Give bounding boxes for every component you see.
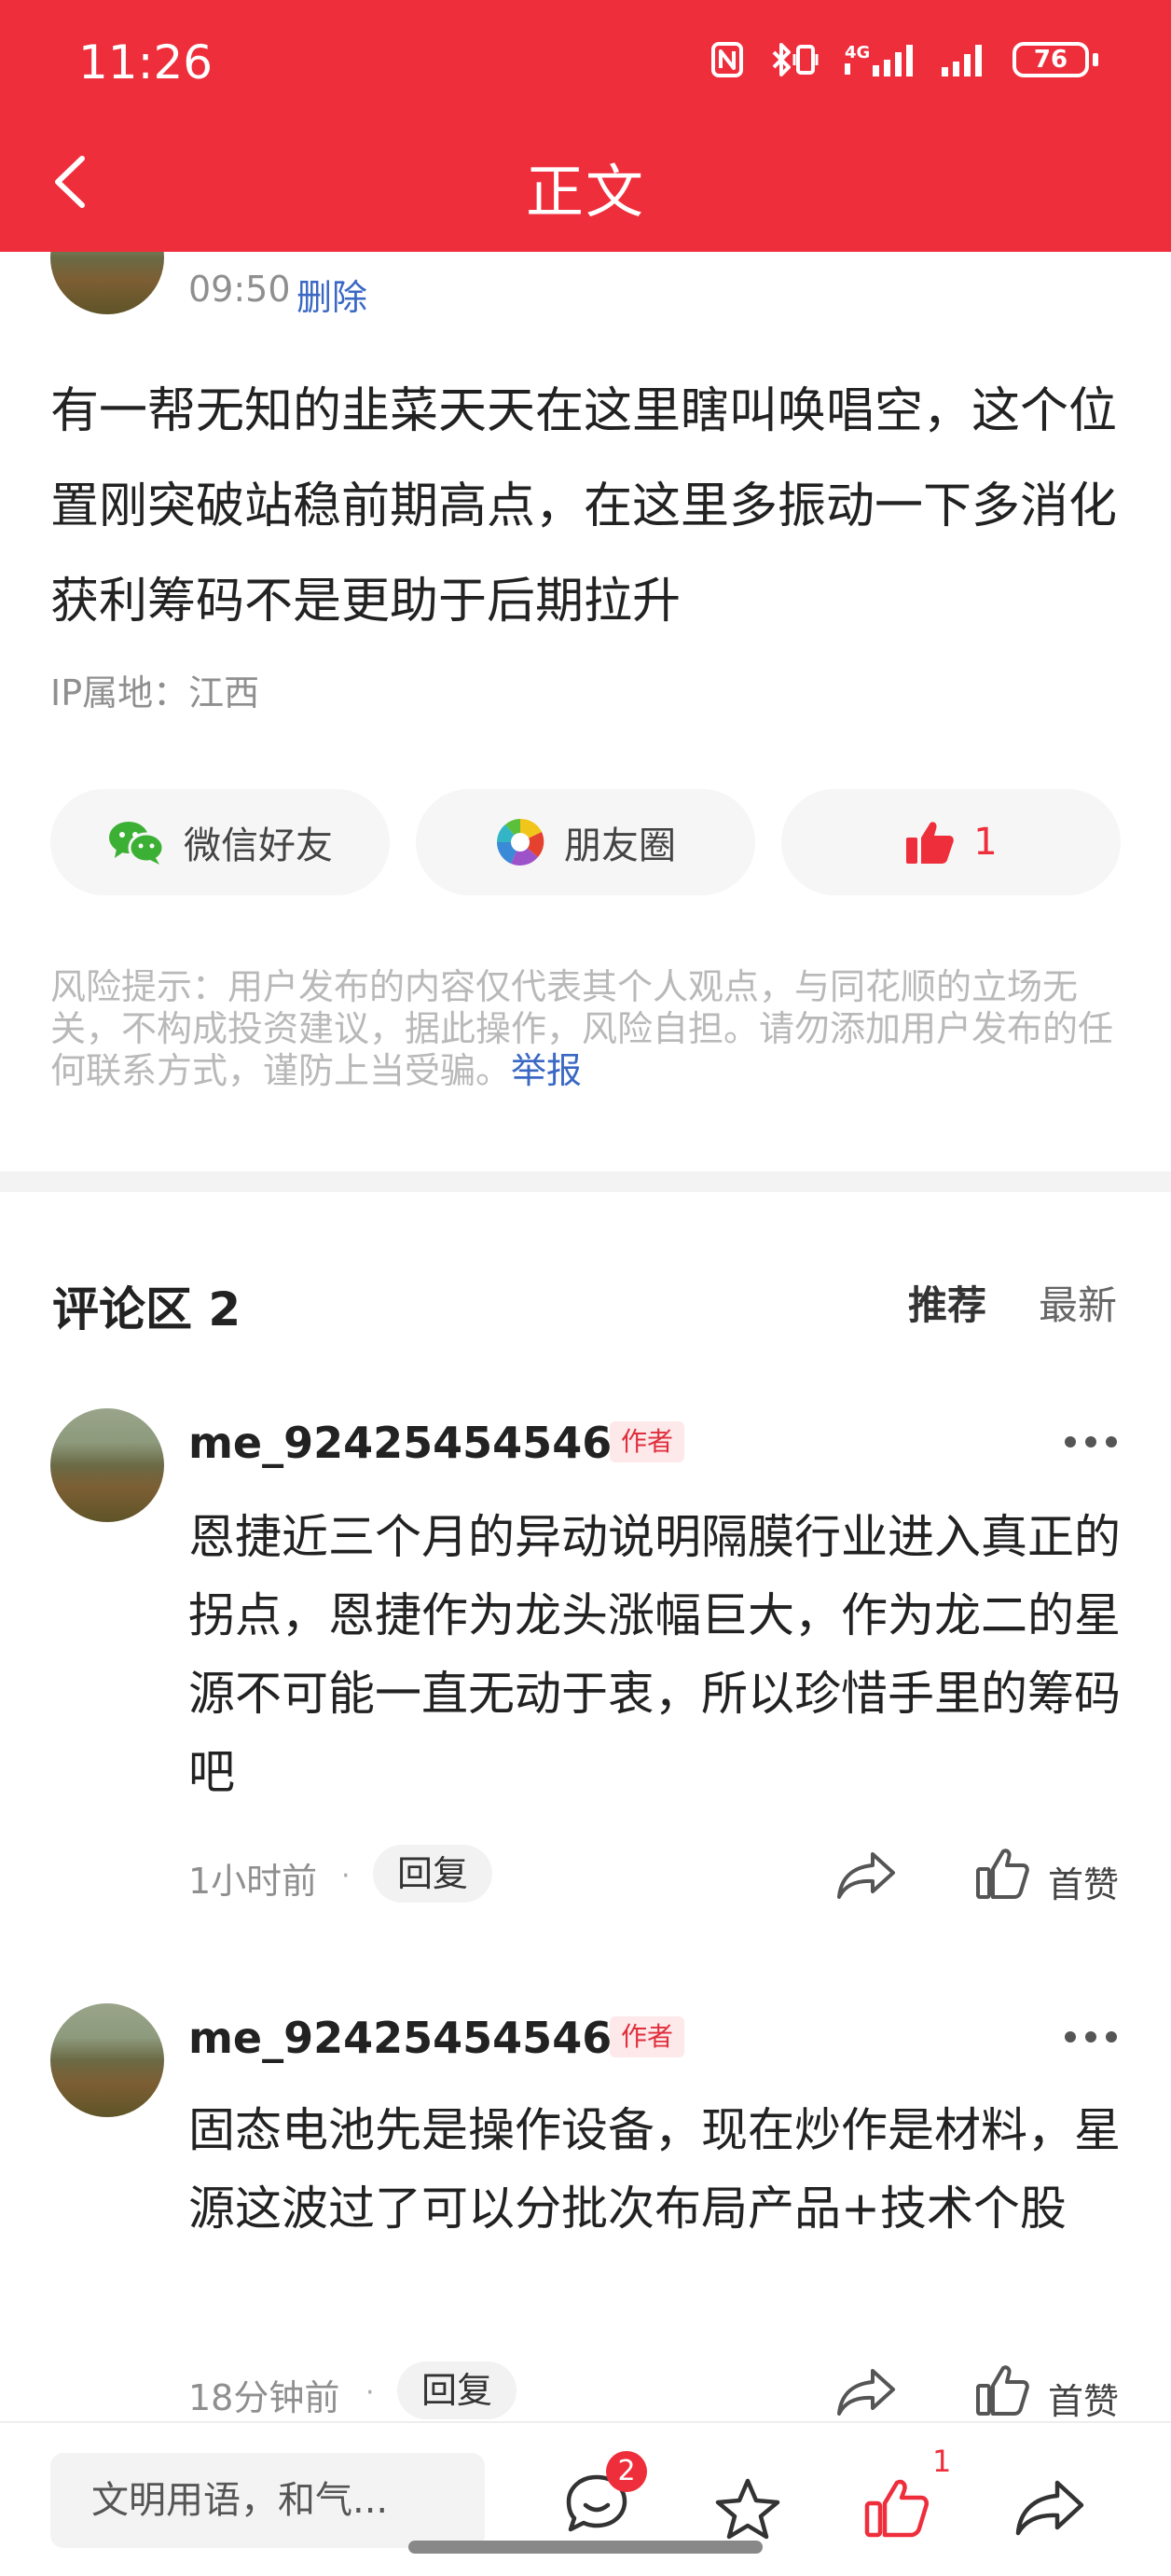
post-body: 有一帮无知的韭菜天天在这里瞎叫唤唱空，这个位置刚突破站稳前期高点，在这里多振动一… [50, 383, 1118, 630]
share-arrow-icon[interactable] [835, 2365, 897, 2417]
bottom-action-bar: 文明用语，和气... 2 1 [0, 2421, 1171, 2576]
comment-input[interactable]: 文明用语，和气... [50, 2453, 485, 2548]
like-label[interactable]: 首赞 [1048, 1856, 1119, 1907]
page-title: 正文 [525, 158, 645, 226]
svg-text:4G: 4G [845, 43, 870, 62]
comment-username[interactable]: me_924254545468 [188, 1418, 641, 1468]
home-indicator[interactable] [408, 2541, 763, 2554]
share-arrow-icon[interactable] [1014, 2477, 1085, 2537]
share-arrow-icon[interactable] [835, 1849, 897, 1901]
like-label[interactable]: 首赞 [1048, 2373, 1119, 2424]
bluetooth-icon [772, 43, 819, 76]
reply-button[interactable]: 回复 [397, 2361, 517, 2419]
moments-icon [496, 818, 544, 866]
comment-avatar[interactable] [50, 2003, 164, 2117]
thumbs-up-icon[interactable] [975, 1847, 1031, 1901]
author-badge: 作者 [610, 1421, 685, 1462]
dot-separator: · [341, 1860, 351, 1892]
nfc-icon [711, 42, 743, 77]
share-wechat-label: 微信好友 [184, 824, 333, 867]
thumbs-up-outline-icon[interactable] [863, 2477, 930, 2539]
comment-username[interactable]: me_924254545468 [188, 2013, 641, 2063]
status-time: 11:26 [78, 35, 214, 90]
star-icon[interactable] [714, 2477, 781, 2541]
comment-time: 18分钟前 [188, 2377, 340, 2418]
post-time: 09:50 [188, 269, 291, 310]
signal-icon [942, 45, 982, 76]
top-header: 11:26 4G 76 正文 [0, 0, 1171, 252]
risk-notice: 风险提示：用户发布的内容仅代表其个人观点，与同花顺的立场无关，不构成投资建议，据… [50, 966, 1123, 1092]
sort-recommended-tab[interactable]: 推荐 [908, 1274, 986, 1331]
share-moments-button[interactable]: 朋友圈 [416, 789, 755, 895]
post-like-button[interactable]: 1 [781, 789, 1121, 895]
comment-time: 1小时前 [188, 1861, 318, 1902]
report-link[interactable]: 举报 [511, 1050, 582, 1091]
more-options-icon[interactable] [1065, 2028, 1117, 2046]
thumbs-up-filled-icon [906, 822, 955, 864]
more-options-icon[interactable] [1065, 1433, 1117, 1451]
ip-location: IP属地：江西 [50, 672, 260, 713]
comment-text: 恩捷近三个月的异动说明隔膜行业进入真正的拐点，恩捷作为龙头涨幅巨大，作为龙二的星… [188, 1510, 1121, 1799]
comment-text: 固态电池先是操作设备，现在炒作是材料，星源这波过了可以分批次布局产品+技术个股 [188, 2103, 1121, 2236]
comment-count-badge: 2 [606, 2451, 647, 2492]
delete-link[interactable]: 删除 [296, 269, 367, 320]
wechat-icon [109, 822, 165, 865]
comments-title: 评论区 2 [52, 1282, 241, 1336]
thumbs-up-icon[interactable] [975, 2363, 1031, 2417]
reply-button[interactable]: 回复 [373, 1845, 493, 1903]
sort-latest-tab[interactable]: 最新 [1039, 1274, 1117, 1331]
battery-level: 76 [1013, 42, 1089, 77]
status-icons: 4G 76 [710, 41, 1098, 78]
post-like-count: 1 [973, 821, 998, 864]
like-count: 1 [932, 2444, 952, 2479]
share-wechat-button[interactable]: 微信好友 [50, 789, 390, 895]
battery-icon: 76 [1013, 42, 1098, 77]
share-moments-label: 朋友圈 [564, 824, 676, 867]
dot-separator: · [365, 2376, 375, 2409]
author-badge: 作者 [610, 2016, 685, 2057]
comment-avatar[interactable] [50, 1408, 164, 1522]
signal-4g-icon: 4G [845, 43, 913, 76]
section-divider [0, 1171, 1171, 1192]
